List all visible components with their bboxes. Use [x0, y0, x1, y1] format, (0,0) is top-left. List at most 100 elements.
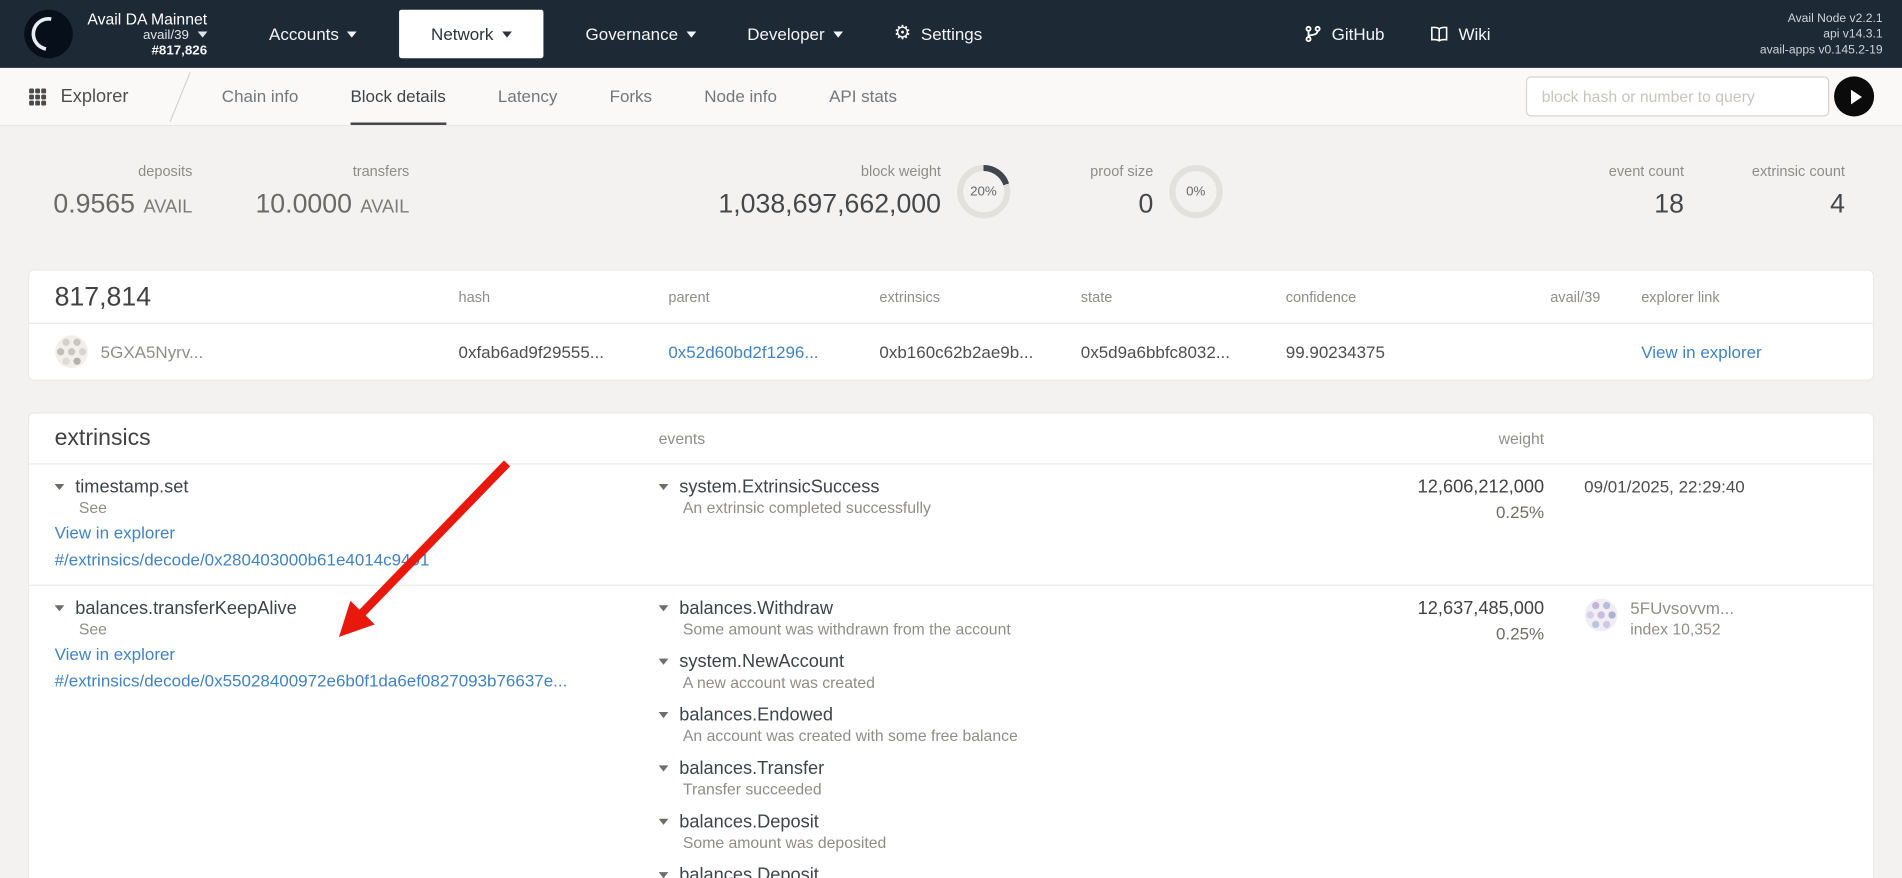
col-hash: hash	[459, 288, 669, 305]
tab-bar: Chain info Block details Latency Forks N…	[222, 68, 897, 125]
event-description: A new account was created	[683, 673, 1338, 691]
chain-selector[interactable]: Avail DA Mainnet avail/39 #817,826	[87, 9, 207, 59]
grid-icon	[28, 87, 47, 106]
col-events: events	[659, 429, 1338, 447]
parent-hash-link[interactable]: 0x52d60bd2f1296...	[668, 342, 879, 361]
extrinsic-expander[interactable]: balances.transferKeepAlive	[55, 598, 659, 619]
gauge-percent: 0%	[1169, 164, 1222, 217]
extrinsic-decode-link[interactable]: #/extrinsics/decode/0x55028400972e6b0f1d…	[55, 671, 659, 692]
version-info: Avail Node v2.2.1 api v14.3.1 avail-apps…	[1760, 10, 1883, 57]
event-expander[interactable]: balances.Deposit	[659, 865, 1338, 878]
block-summary: deposits 0.9565AVAIL transfers 10.0000 AV…	[0, 126, 1902, 269]
runtime-version-selector[interactable]: avail/39	[87, 27, 207, 43]
breadcrumb-divider	[169, 71, 190, 121]
event-expander[interactable]: balances.Withdraw	[659, 598, 1338, 619]
avail-logo-icon[interactable]	[24, 10, 73, 59]
weight-percent: 0.25%	[1338, 502, 1544, 521]
weight-cell: 12,637,485,000 0.25%	[1338, 598, 1544, 878]
stat-value: 4	[1830, 188, 1845, 220]
event-item: system.ExtrinsicSuccess An extrinsic com…	[659, 477, 1338, 517]
apps-version: avail-apps v0.145.2-19	[1760, 42, 1883, 58]
confidence-value: 99.90234375	[1286, 342, 1550, 361]
stat-value: 1,038,697,662,000	[718, 188, 941, 220]
weight-cell: 12,606,212,000 0.25%	[1338, 477, 1544, 570]
event-name: balances.Deposit	[679, 811, 819, 832]
block-table-header: 817,814 hash parent extrinsics state con…	[29, 270, 1873, 323]
event-expander[interactable]: system.ExtrinsicSuccess	[659, 477, 1338, 498]
tab-chain-info[interactable]: Chain info	[222, 68, 298, 125]
wiki-link[interactable]: Wiki	[1431, 24, 1491, 43]
stat-unit: AVAIL	[360, 197, 409, 218]
book-icon	[1431, 25, 1449, 42]
event-item: balances.Deposit Some amount was deposit…	[659, 865, 1338, 878]
event-name: system.ExtrinsicSuccess	[679, 477, 879, 498]
github-link[interactable]: GitHub	[1304, 24, 1385, 43]
stat-label: transfers	[353, 163, 410, 180]
extrinsic-see: See	[79, 499, 659, 517]
stat-value: 0	[1138, 188, 1153, 220]
stat-deposits: deposits 0.9565AVAIL	[53, 163, 192, 220]
menu-settings[interactable]: ⚙ Settings	[868, 0, 1007, 68]
stat-value: 10.0000	[255, 188, 351, 220]
events-cell: system.ExtrinsicSuccess An extrinsic com…	[659, 477, 1338, 570]
view-in-explorer-link[interactable]: View in explorer	[55, 644, 659, 665]
menu-label: Developer	[747, 24, 824, 43]
extrinsics-root: 0xb160c62b2ae9b...	[879, 342, 1080, 361]
chain-name: Avail DA Mainnet	[87, 9, 207, 27]
tab-latency[interactable]: Latency	[498, 68, 557, 125]
extrinsic-method: timestamp.set	[75, 477, 188, 498]
weight-value: 12,637,485,000	[1338, 598, 1544, 619]
col-parent: parent	[668, 288, 879, 305]
menu-developer[interactable]: Developer	[722, 0, 869, 68]
chevron-down-icon	[833, 31, 843, 37]
event-item: balances.Withdraw Some amount was withdr…	[659, 598, 1338, 638]
chevron-down-icon	[197, 32, 207, 38]
menu-label: Governance	[586, 24, 679, 43]
state-root: 0x5d9a6bbfc8032...	[1081, 342, 1286, 361]
block-details-card: 817,814 hash parent extrinsics state con…	[28, 269, 1874, 381]
chevron-down-icon	[659, 819, 669, 825]
view-in-explorer-link[interactable]: View in explorer	[55, 523, 659, 544]
tab-block-details[interactable]: Block details	[350, 68, 445, 125]
external-links: GitHub Wiki	[1304, 24, 1491, 43]
extrinsic-expander[interactable]: timestamp.set	[55, 477, 659, 498]
extrinsic-decode-link[interactable]: #/extrinsics/decode/0x280403000b61e4014c…	[55, 549, 659, 570]
menu-accounts[interactable]: Accounts	[244, 0, 383, 68]
menu-governance[interactable]: Governance	[560, 0, 722, 68]
chevron-down-icon	[55, 605, 65, 611]
stat-label: extrinsic count	[1752, 163, 1845, 180]
event-expander[interactable]: balances.Deposit	[659, 811, 1338, 832]
extrinsic-method: balances.transferKeepAlive	[75, 598, 297, 619]
stat-transfers: transfers 10.0000 AVAIL	[255, 163, 409, 220]
stat-block-weight: block weight 1,038,697,662,000 20%	[718, 163, 1010, 220]
stat-extrinsic-count: extrinsic count 4	[1752, 163, 1845, 220]
signer-address[interactable]: 5FUvsovvm...	[1630, 598, 1734, 617]
signer-index: index 10,352	[1630, 620, 1734, 638]
event-item: balances.Deposit Some amount was deposit…	[659, 811, 1338, 851]
event-description: An account was created with some free ba…	[683, 727, 1338, 745]
event-name: balances.Withdraw	[679, 598, 833, 619]
tab-node-info[interactable]: Node info	[704, 68, 777, 125]
view-in-explorer-link[interactable]: View in explorer	[1641, 342, 1847, 361]
event-expander[interactable]: system.NewAccount	[659, 651, 1338, 672]
identicon	[1584, 598, 1618, 632]
col-avail39: avail/39	[1550, 288, 1641, 305]
gear-icon: ⚙	[894, 24, 911, 43]
stat-label: block weight	[861, 163, 941, 180]
event-expander[interactable]: balances.Endowed	[659, 705, 1338, 726]
tab-api-stats[interactable]: API stats	[829, 68, 897, 125]
menu-network[interactable]: Network	[400, 10, 544, 59]
block-number: 817,814	[55, 281, 459, 313]
author-address[interactable]: 5GXA5Nyrv...	[101, 342, 204, 361]
identicon	[55, 335, 89, 369]
query-submit-button[interactable]	[1834, 76, 1874, 116]
event-expander[interactable]: balances.Transfer	[659, 758, 1338, 779]
tab-forks[interactable]: Forks	[610, 68, 652, 125]
gauge-percent: 20%	[957, 164, 1010, 217]
block-query-input[interactable]	[1526, 76, 1829, 116]
weight-percent: 0.25%	[1338, 623, 1544, 642]
chevron-down-icon	[347, 31, 357, 37]
chevron-down-icon	[659, 659, 669, 665]
chevron-down-icon	[502, 31, 512, 37]
chevron-down-icon	[687, 31, 697, 37]
